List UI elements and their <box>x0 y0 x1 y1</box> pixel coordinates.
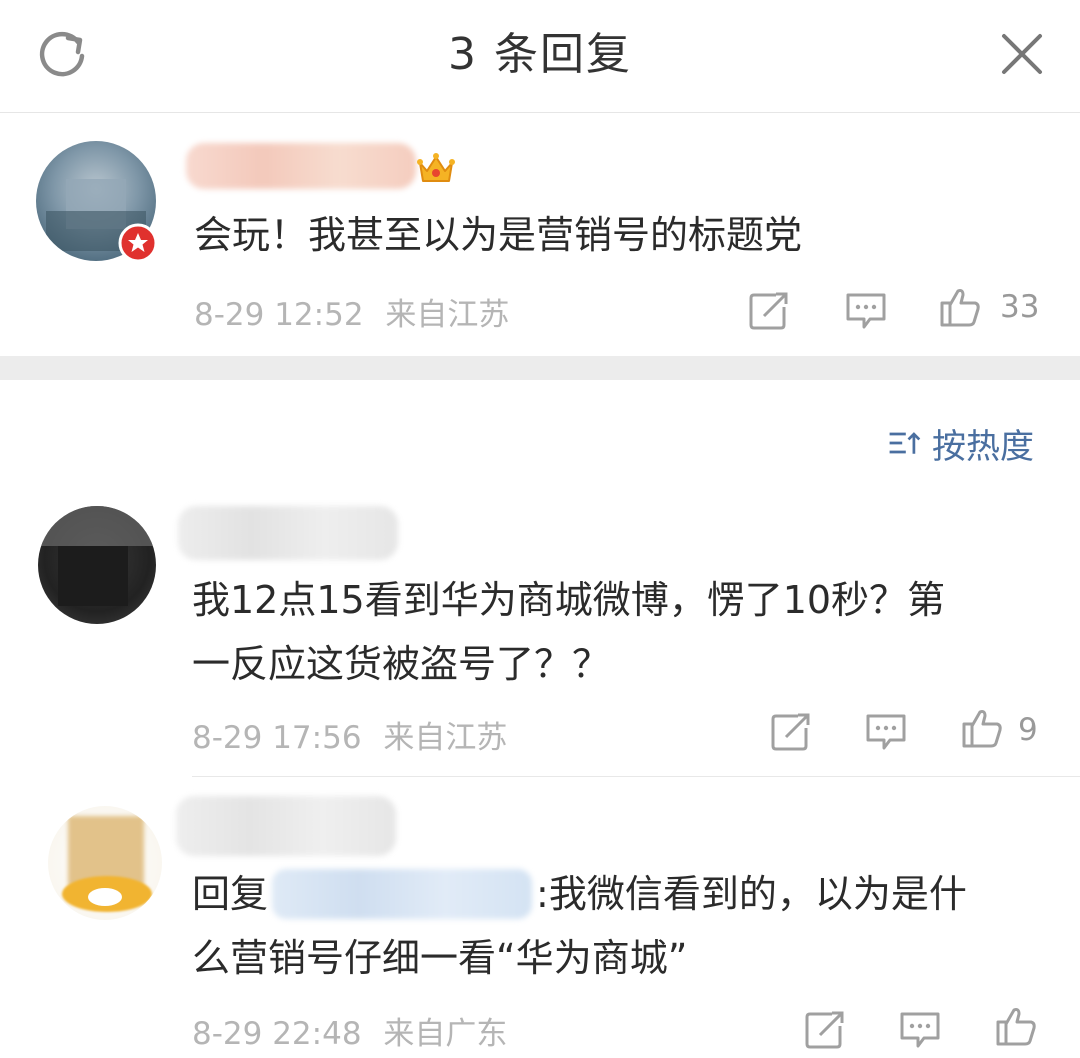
like-count: 33 <box>1000 289 1040 325</box>
reply-text: 回复 :我微信看到的，以为是什 么营销号仔细一看“华为商城” <box>192 862 967 990</box>
sort-toggle[interactable]: 按热度 <box>886 420 1034 467</box>
reply-text-line: 么营销号仔细一看“华为商城” <box>192 936 688 980</box>
mentioned-user-blurred[interactable] <box>272 869 533 919</box>
like-icon[interactable] <box>960 706 1004 750</box>
reply-meta: 8-29 22:48 来自广东 <box>192 1008 507 1053</box>
reply-location: 来自广东 <box>383 1016 508 1052</box>
section-separator <box>0 356 1080 380</box>
comment-icon[interactable] <box>898 1008 942 1052</box>
reply-text-line: 一反应这货被盗号了？？ <box>192 642 611 686</box>
reply-text-rest: :我微信看到的，以为是什 <box>536 872 967 916</box>
username-blurred[interactable] <box>176 796 396 856</box>
verified-badge-icon <box>118 223 158 263</box>
avatar[interactable] <box>48 806 162 920</box>
reply-text-line-1: 回复 :我微信看到的，以为是什 <box>192 862 967 926</box>
comment-icon[interactable] <box>844 289 888 333</box>
reply-time: 8-29 22:48 <box>192 1016 362 1052</box>
main-comment: 会玩！我甚至以为是营销号的标题党 8-29 12:52 来自江苏 33 <box>0 113 1080 356</box>
like-icon[interactable] <box>994 1004 1038 1048</box>
repost-icon[interactable] <box>746 289 790 333</box>
reply-divider <box>192 776 1080 777</box>
dialog-header: 3 条回复 <box>0 0 1080 113</box>
avatar[interactable] <box>38 506 156 624</box>
reply-meta: 8-29 17:56 来自江苏 <box>192 712 507 757</box>
comment-time: 8-29 12:52 <box>194 297 364 333</box>
username-blurred[interactable] <box>178 506 398 560</box>
reply-text: 我12点15看到华为商城微博，愣了10秒？第 一反应这货被盗号了？？ <box>192 568 945 696</box>
repost-icon[interactable] <box>768 710 812 754</box>
comment-meta: 8-29 12:52 来自江苏 <box>194 289 509 334</box>
reply-location: 来自江苏 <box>383 720 508 756</box>
comment-text: 会玩！我甚至以为是营销号的标题党 <box>194 213 803 257</box>
reply-prefix: 回复 <box>192 872 269 916</box>
sort-icon <box>889 432 921 454</box>
comment-icon[interactable] <box>864 710 908 754</box>
crown-icon <box>417 153 455 182</box>
comment-location: 来自江苏 <box>385 297 510 333</box>
sort-label: 按热度 <box>932 426 1034 467</box>
username-blurred[interactable] <box>186 143 416 189</box>
like-count: 9 <box>1018 712 1038 748</box>
like-icon[interactable] <box>938 285 982 329</box>
dialog-title: 3 条回复 <box>448 29 632 80</box>
close-icon[interactable] <box>994 26 1050 82</box>
repost-icon[interactable] <box>802 1008 846 1052</box>
reply-time: 8-29 17:56 <box>192 720 362 756</box>
reply-text-line: 我12点15看到华为商城微博，愣了10秒？第 <box>192 578 946 622</box>
